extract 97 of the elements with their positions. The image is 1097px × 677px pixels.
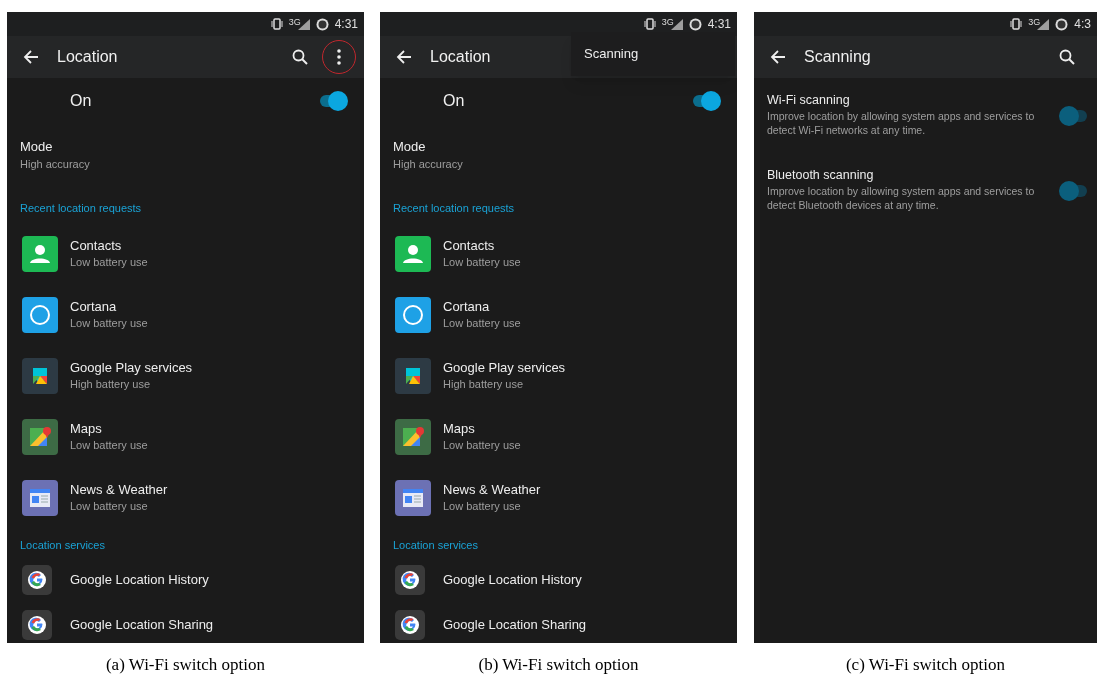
app-name: Maps [70, 420, 103, 437]
app-list-item[interactable]: Cortana Low battery use [7, 284, 364, 346]
vibrate-icon[interactable] [643, 18, 656, 30]
back-arrow-icon[interactable] [23, 49, 39, 65]
app-list-item[interactable]: Cortana Low battery use [380, 284, 737, 346]
app-list-item[interactable]: Google Location History [380, 557, 737, 602]
map-pin-icon [395, 419, 431, 455]
app-list-item[interactable]: Google Play services High battery use [7, 345, 364, 407]
app-name: Contacts [443, 237, 496, 254]
app-list-item[interactable]: News & Weather Low battery use [380, 467, 737, 529]
setting-description: Improve location by allowing system apps and services to detect Wi-Fi networks at any time. [767, 109, 1036, 137]
app-name: Maps [443, 420, 476, 437]
battery-saver-icon[interactable] [315, 17, 329, 31]
toggle-setting[interactable]: Bluetooth scanning Improve location by allowing system apps and services to detect Bluetooth devices at any time. [754, 167, 1097, 242]
app-name: Cortana [443, 298, 491, 315]
app-list-item[interactable]: Google Play services High battery use [380, 345, 737, 407]
battery-saver-icon[interactable] [1055, 17, 1069, 31]
back-arrow-icon[interactable] [396, 49, 412, 65]
battery-use: Low battery use [70, 438, 148, 453]
setting-value: High accuracy [20, 157, 91, 172]
newspaper-icon [22, 480, 58, 516]
menu-item[interactable]: Scanning [571, 34, 735, 74]
app-list-item[interactable]: Maps Low battery use [7, 406, 364, 468]
toggle-switch[interactable] [1059, 181, 1089, 201]
figure-caption: (c) Wi-Fi switch option [845, 653, 1006, 676]
vibrate-icon[interactable] [1010, 18, 1023, 30]
battery-use: Low battery use [443, 438, 521, 453]
figure-caption: (b) Wi-Fi switch option [478, 653, 639, 676]
section-header: Recent location requests [392, 201, 516, 216]
search-icon[interactable] [1059, 49, 1075, 65]
screen-title: Scanning [804, 47, 871, 67]
more-options-icon[interactable] [337, 49, 341, 65]
network-type: 3G [288, 18, 301, 27]
app-name: Google Play services [443, 359, 566, 376]
person-icon [22, 236, 58, 272]
battery-saver-icon[interactable] [688, 17, 702, 31]
network-type: 3G [1028, 18, 1041, 27]
mode-setting[interactable]: Mode High accuracy [7, 138, 364, 178]
status-time: 4:31 [334, 16, 358, 33]
status-time: 4:3 [1074, 16, 1091, 33]
app-list-item[interactable]: Google Location History [7, 557, 364, 602]
g-logo-icon [22, 564, 52, 595]
battery-use: Low battery use [70, 316, 148, 331]
battery-use: High battery use [70, 377, 152, 392]
battery-use: High battery use [443, 377, 525, 392]
app-name: Contacts [70, 237, 123, 254]
section-header: Location services [392, 537, 479, 553]
battery-use: Low battery use [443, 499, 522, 514]
app-name: Google Location Sharing [443, 616, 587, 633]
setting-description: Improve location by allowing system apps and services to detect Bluetooth devices at any time. [767, 184, 1036, 212]
app-name: Google Play services [70, 359, 193, 376]
toggle-switch[interactable] [691, 91, 721, 111]
battery-use: Low battery use [70, 499, 149, 514]
g-logo-icon [395, 564, 425, 595]
app-name: News & Weather [443, 481, 541, 498]
app-name: Google Location History [443, 571, 582, 588]
section-header: Location services [19, 537, 106, 553]
g-logo-icon [395, 609, 425, 640]
map-pin-icon [22, 419, 58, 455]
puzzle-piece-icon [22, 358, 58, 394]
screen-title: Location [57, 47, 118, 67]
app-list-item[interactable]: Maps Low battery use [380, 406, 737, 468]
app-list-item[interactable]: Google Location Sharing [7, 602, 364, 643]
mode-setting[interactable]: Mode High accuracy [380, 138, 737, 178]
figure-caption: (a) Wi-Fi switch option [105, 653, 266, 676]
app-list-item[interactable]: News & Weather Low battery use [7, 467, 364, 529]
app-list-item[interactable]: Contacts Low battery use [380, 223, 737, 285]
app-name: Cortana [70, 298, 118, 315]
setting-value: High accuracy [393, 157, 464, 172]
setting-title: Mode [393, 138, 427, 156]
app-name: News & Weather [70, 481, 168, 498]
status-time: 4:31 [707, 16, 731, 33]
g-logo-icon [22, 609, 52, 640]
back-arrow-icon[interactable] [770, 49, 786, 65]
app-list-item[interactable]: Contacts Low battery use [7, 223, 364, 285]
vibrate-icon[interactable] [270, 18, 283, 30]
toggle-switch[interactable] [318, 91, 348, 111]
toggle-switch[interactable] [1059, 106, 1089, 126]
battery-use: Low battery use [443, 316, 521, 331]
network-type: 3G [661, 18, 674, 27]
battery-use: Low battery use [443, 255, 521, 270]
puzzle-piece-icon [395, 358, 431, 394]
switch-label: On [443, 91, 465, 111]
toggle-setting[interactable]: Wi-Fi scanning Improve location by allowing system apps and services to detect Wi-Fi networks at any time. [754, 92, 1097, 167]
switch-label: On [70, 91, 92, 111]
app-list-item[interactable]: Google Location Sharing [380, 602, 737, 643]
setting-title: Wi-Fi scanning [767, 92, 851, 108]
search-icon[interactable] [292, 49, 308, 65]
setting-title: Mode [20, 138, 54, 156]
screen-title: Location [430, 47, 491, 67]
person-icon [395, 236, 431, 272]
app-name: Google Location Sharing [70, 616, 214, 633]
newspaper-icon [395, 480, 431, 516]
setting-title: Bluetooth scanning [767, 167, 875, 183]
battery-use: Low battery use [70, 255, 148, 270]
app-name: Google Location History [70, 571, 209, 588]
section-header: Recent location requests [19, 201, 143, 216]
